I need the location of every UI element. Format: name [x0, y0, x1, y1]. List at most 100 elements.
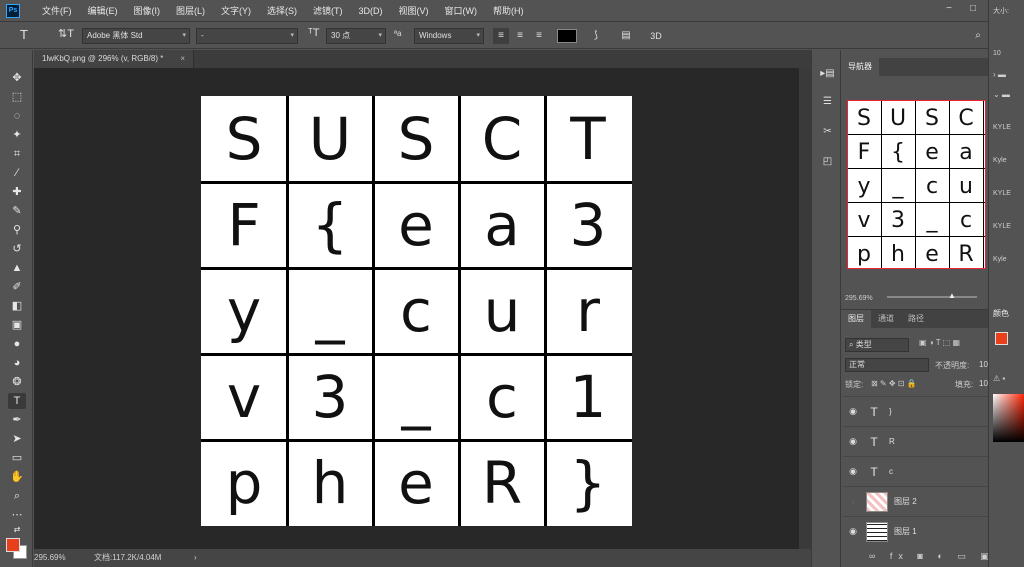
brush-size-value[interactable]: 10	[993, 50, 1001, 57]
layer-row[interactable]: ◉ T }	[843, 396, 1011, 426]
layer-row[interactable]: ◉ 图层 1	[843, 516, 1011, 546]
marquee-tool-icon[interactable]: ⬚	[8, 89, 26, 105]
eye-icon[interactable]: ◉	[843, 526, 863, 537]
layer-row[interactable]: ◉ T R	[843, 426, 1011, 456]
foreground-color-swatch[interactable]	[6, 538, 20, 552]
eye-hidden-icon[interactable]: ▫	[843, 497, 863, 507]
restore-button[interactable]: □	[964, 2, 982, 16]
zoom-tool-icon[interactable]: ⌕	[8, 488, 26, 504]
menu-image[interactable]: 图像(I)	[126, 4, 169, 17]
align-center-button[interactable]: ≡	[512, 28, 528, 44]
brush-preset[interactable]: Kyle	[993, 256, 1007, 263]
crop-tool-icon[interactable]: ⌗	[8, 146, 26, 162]
text-color-swatch[interactable]	[557, 29, 577, 43]
color-foreground-swatch[interactable]	[995, 332, 1008, 345]
art-history-icon[interactable]: ✐	[8, 279, 26, 295]
layer-row[interactable]: ▫ 图层 2	[843, 486, 1011, 516]
fill-input[interactable]: 10	[979, 379, 988, 388]
antialias-select[interactable]: Windows ▾	[414, 28, 484, 44]
navigator-slider-handle[interactable]: ▲	[948, 291, 956, 300]
layer-name[interactable]: c	[889, 467, 893, 476]
eraser-icon[interactable]: ◧	[8, 298, 26, 314]
layer-filter-select[interactable]: ⌕ 类型	[845, 338, 909, 352]
align-left-button[interactable]: ≡	[493, 28, 509, 44]
folder-icon[interactable]: ⌄ ▬	[993, 90, 1010, 99]
menu-3d[interactable]: 3D(D)	[351, 6, 391, 16]
search-icon[interactable]: ⌕	[970, 28, 986, 44]
navigator-thumbnail[interactable]: S U S C F{e a y _ c u v 3 _ c p h e R	[847, 100, 986, 269]
layers-footer-buttons[interactable]: ∞ fx ◙ ◐ ▭ ▣ 🗑	[843, 547, 1011, 565]
navigator-zoom-slider[interactable]	[887, 296, 977, 298]
align-right-button[interactable]: ≡	[531, 28, 547, 44]
close-icon[interactable]: ×	[180, 50, 185, 68]
history-brush-icon[interactable]: ↺	[8, 241, 26, 257]
pen-tool-icon[interactable]: ✒	[8, 412, 26, 428]
menu-type[interactable]: 文字(Y)	[213, 4, 259, 17]
layer-name[interactable]: R	[889, 437, 895, 446]
font-style-select[interactable]: - ▾	[196, 28, 298, 44]
status-menu-arrow-icon[interactable]: ›	[194, 549, 197, 567]
blur-tool-icon[interactable]: ●	[8, 336, 26, 352]
tools-panel-icon[interactable]: ✂	[820, 126, 835, 140]
history-panel-icon[interactable]: ▸▤	[820, 68, 835, 82]
font-size-select[interactable]: 30 点 ▾	[326, 28, 386, 44]
text-orientation-icon[interactable]: ⇅T	[58, 27, 74, 40]
properties-panel-icon[interactable]: ☰	[820, 96, 835, 110]
navigator-zoom[interactable]: 295.69%	[845, 295, 873, 302]
tab-channels[interactable]: 通道	[871, 310, 901, 328]
gradient-tool-icon[interactable]: ▣	[8, 317, 26, 333]
layer-name[interactable]: 图层 2	[894, 496, 917, 507]
document-tab[interactable]: 1lwKbQ.png @ 296% (v, RGB/8) * ×	[34, 50, 194, 68]
character-panel-icon[interactable]: ▤	[618, 28, 634, 44]
more-tools-icon[interactable]: ⋯	[8, 507, 26, 523]
move-tool-icon[interactable]: ✥	[8, 70, 26, 86]
tab-paths[interactable]: 路径	[901, 310, 931, 328]
sponge-tool-icon[interactable]: ❂	[8, 374, 26, 390]
layer-row[interactable]: ◉ T c	[843, 456, 1011, 486]
folder-icon[interactable]: › ▬	[993, 70, 1006, 79]
tab-navigator[interactable]: 导航器	[841, 58, 879, 76]
menu-help[interactable]: 帮助(H)	[485, 4, 532, 17]
layer-name[interactable]: }	[889, 407, 892, 416]
type-tool-preset-icon[interactable]: T	[20, 27, 28, 42]
warp-text-icon[interactable]: ⟆	[588, 28, 604, 44]
image-canvas[interactable]: S U S C T F{e a 3 y _ c u r v 3 _ c 1 p h e R}	[201, 96, 632, 526]
layer-filter-icons[interactable]: ▣ ◑ T ⬚ ▦	[919, 338, 960, 347]
blend-mode-select[interactable]: 正常	[845, 358, 929, 372]
menu-select[interactable]: 选择(S)	[259, 4, 305, 17]
eye-icon[interactable]: ◉	[843, 436, 863, 447]
brush-tool-icon[interactable]: ✎	[8, 203, 26, 219]
magic-wand-icon[interactable]: ✦	[8, 127, 26, 143]
clone-stamp-icon[interactable]: ⚲	[8, 222, 26, 238]
dodge-tool-icon[interactable]: ◕	[8, 355, 26, 371]
vertical-scrollbar[interactable]	[799, 68, 811, 549]
info-panel-icon[interactable]: ◰	[820, 156, 835, 170]
brush-preset[interactable]: KYLE	[993, 124, 1011, 131]
menu-view[interactable]: 视图(V)	[391, 4, 437, 17]
rectangle-tool-icon[interactable]: ▭	[8, 450, 26, 466]
eye-icon[interactable]: ◉	[843, 406, 863, 417]
path-select-icon[interactable]: ➤	[8, 431, 26, 447]
tab-color[interactable]: 颜色	[993, 308, 1009, 319]
menu-layer[interactable]: 图层(L)	[168, 4, 213, 17]
status-zoom[interactable]: 295.69%	[34, 549, 66, 567]
font-family-select[interactable]: Adobe 黑体 Std ▾	[82, 28, 190, 44]
menu-edit[interactable]: 编辑(E)	[80, 4, 126, 17]
layer-name[interactable]: 图层 1	[894, 526, 917, 537]
stamp-icon[interactable]: ▲	[8, 260, 26, 276]
type-tool-icon[interactable]: T	[8, 393, 26, 409]
brush-preset[interactable]: Kyle	[993, 157, 1007, 164]
healing-brush-icon[interactable]: ✚	[8, 184, 26, 200]
brush-preset[interactable]: KYLE	[993, 223, 1011, 230]
menu-window[interactable]: 窗口(W)	[437, 4, 486, 17]
menu-file[interactable]: 文件(F)	[34, 4, 80, 17]
menu-filter[interactable]: 滤镜(T)	[305, 4, 351, 17]
color-picker-field[interactable]	[993, 394, 1024, 442]
lasso-tool-icon[interactable]: ◌	[8, 108, 26, 124]
3d-button[interactable]: 3D	[648, 28, 664, 44]
brush-preset[interactable]: KYLE	[993, 190, 1011, 197]
hand-tool-icon[interactable]: ✋	[8, 469, 26, 485]
minimize-button[interactable]: −	[940, 2, 958, 16]
tab-layers[interactable]: 图层	[841, 310, 871, 328]
eyedropper-icon[interactable]: ⁄	[8, 165, 26, 181]
